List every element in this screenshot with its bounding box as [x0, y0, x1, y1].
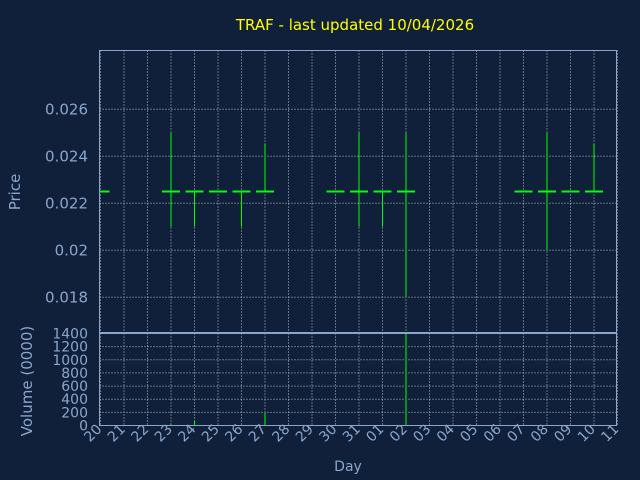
price-bar — [256, 144, 274, 193]
price-ohlc-bars — [100, 132, 603, 298]
price-bar — [162, 132, 180, 227]
price-bar — [185, 190, 204, 227]
x-axis-label: Day — [334, 459, 362, 475]
price-y-tick-label: 0.02 — [55, 241, 88, 259]
volume-y-tick-label: 1400 — [52, 327, 88, 343]
price-bar — [397, 132, 415, 298]
price-y-tick-labels: 0.018 0.02 0.022 0.024 0.026 — [45, 100, 88, 306]
volume-y-tick-labels: 0200400600800100012001400 — [52, 327, 88, 435]
price-y-tick-label: 0.024 — [45, 147, 88, 165]
volume-axis-label: Volume (0000) — [18, 326, 36, 436]
price-y-tick-label: 0.018 — [45, 288, 88, 306]
price-panel: 0.018 0.02 0.022 0.024 0.026 Price — [6, 50, 618, 333]
volume-gridlines — [99, 333, 618, 426]
price-bar — [538, 132, 556, 251]
price-y-tick-label: 0.026 — [45, 100, 88, 118]
volume-panel: 0200400600800100012001400 Volume (0000) — [18, 326, 618, 436]
chart-title: TRAF - last updated 10/04/2026 — [235, 16, 474, 34]
price-axis-label: Price — [6, 174, 24, 211]
price-y-tick-label: 0.022 — [45, 194, 88, 212]
price-bar — [585, 144, 603, 193]
price-bar — [373, 190, 392, 227]
price-bar — [350, 132, 368, 227]
stock-chart: TRAF - last updated 10/04/2026 0.018 0.02… — [6, 16, 622, 475]
price-bar — [232, 190, 251, 227]
x-tick-labels: 20 21 22 23 24 25 26 27 28 29 30 31 01 02 03 04 05 06 07 08… — [81, 421, 622, 445]
volume-plot-frame — [99, 333, 617, 426]
